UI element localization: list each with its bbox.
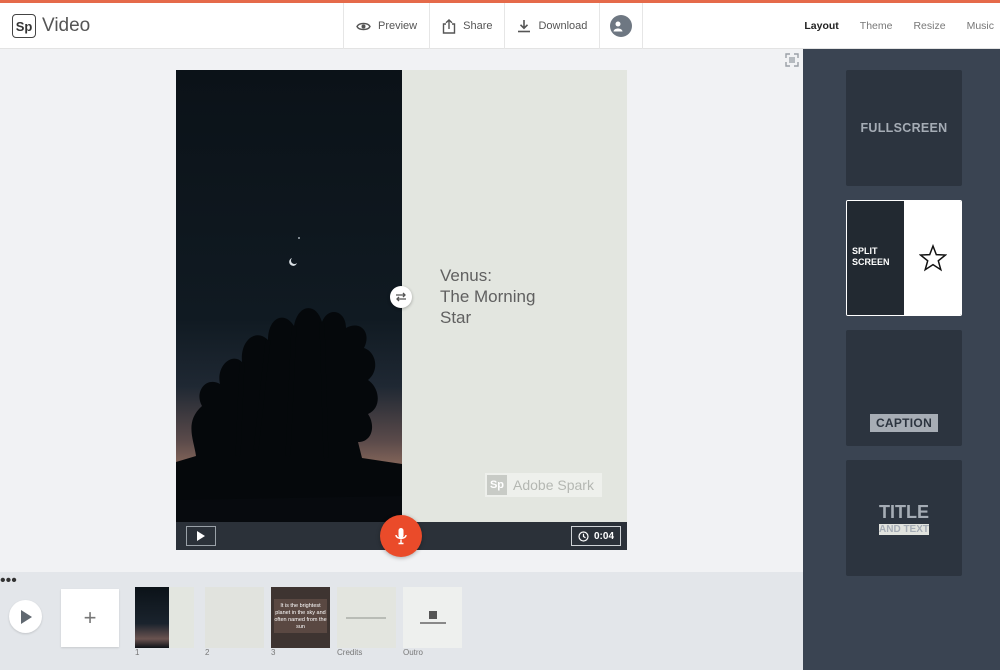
download-button[interactable]: Download xyxy=(504,3,599,49)
logo-badge: Sp xyxy=(12,14,36,38)
share-button[interactable]: Share xyxy=(429,3,504,49)
slide-stage: Venus: The Morning Star Sp Adobe Spark 0… xyxy=(176,70,627,550)
download-icon xyxy=(517,19,531,33)
download-label: Download xyxy=(538,20,587,32)
thumbnail-label-outro: Outro xyxy=(403,648,423,657)
slide-title-line-1: Venus: xyxy=(440,265,590,286)
expand-icon[interactable] xyxy=(785,53,799,72)
panel-tabs: Layout Theme Resize Music xyxy=(783,3,994,49)
slide-options-icon[interactable]: ••• xyxy=(0,572,803,590)
layout-caption-label: CAPTION xyxy=(870,414,938,432)
slide-photo[interactable] xyxy=(176,70,402,522)
layout-fullscreen[interactable]: FULLSCREEN xyxy=(846,70,962,186)
tab-music[interactable]: Music xyxy=(967,20,994,32)
app-logo[interactable]: Sp Video xyxy=(12,14,90,38)
microphone-icon xyxy=(394,527,408,545)
tab-theme[interactable]: Theme xyxy=(860,20,893,32)
layout-title-label: TITLE xyxy=(879,502,929,523)
clock-icon xyxy=(578,531,589,542)
thumbnail-label-3: 3 xyxy=(271,648,275,657)
avatar xyxy=(610,15,632,37)
share-label: Share xyxy=(463,20,492,32)
thumb-1-text-panel xyxy=(169,587,194,648)
thumbnail-label-credits: Credits xyxy=(337,648,362,657)
split-right-half xyxy=(904,201,961,315)
record-voice-button[interactable] xyxy=(380,515,422,557)
layout-caption[interactable]: CAPTION xyxy=(846,330,962,446)
layout-fullscreen-label: FULLSCREEN xyxy=(860,121,947,135)
play-video-button[interactable] xyxy=(9,600,42,633)
layout-title-and-text[interactable]: TITLE AND TEXT xyxy=(846,460,962,576)
layout-split-screen[interactable]: SPLIT SCREEN xyxy=(846,200,962,316)
play-icon xyxy=(196,530,206,542)
layout-title-sub-label: AND TEXT xyxy=(879,524,929,535)
adobe-spark-watermark: Sp Adobe Spark xyxy=(485,473,602,497)
top-bar: Sp Video Preview Share Download Layout T… xyxy=(0,0,1000,49)
thumb-1-photo xyxy=(135,587,169,648)
thumb-3-text: It is the brightest planet in the sky an… xyxy=(274,599,327,633)
swap-icon xyxy=(395,292,407,302)
night-sky-palm-image xyxy=(176,70,402,522)
play-slide-button[interactable] xyxy=(186,526,216,546)
slide-thumbnail-outro[interactable] xyxy=(403,587,462,648)
share-icon xyxy=(442,19,456,34)
tab-resize[interactable]: Resize xyxy=(913,20,945,32)
thumbnail-label-1: 1 xyxy=(135,648,139,657)
filmstrip: + ••• 1 2 It is the brightest planet in … xyxy=(0,572,803,670)
duration-text: 0:04 xyxy=(594,531,614,542)
layout-split-label: SPLIT SCREEN xyxy=(852,246,890,268)
slide-title[interactable]: Venus: The Morning Star xyxy=(440,265,590,328)
preview-button[interactable]: Preview xyxy=(343,3,429,49)
account-button[interactable] xyxy=(599,3,643,49)
slide-title-line-2: The Morning xyxy=(440,286,590,307)
user-icon xyxy=(612,20,624,32)
star-icon xyxy=(919,244,947,272)
slide-title-line-3: Star xyxy=(440,307,590,328)
play-icon xyxy=(19,609,33,625)
watermark-text: Adobe Spark xyxy=(513,477,594,493)
spark-logo-icon: Sp xyxy=(487,475,507,495)
eye-icon xyxy=(356,21,371,32)
split-label-line-1: SPLIT xyxy=(852,246,890,257)
tab-layout[interactable]: Layout xyxy=(804,20,838,32)
toolbar: Preview Share Download xyxy=(343,3,643,49)
slide-thumbnail-credits[interactable] xyxy=(337,587,396,648)
logo-text: Video xyxy=(42,15,90,37)
add-slide-button[interactable]: + xyxy=(61,589,119,647)
slide-duration-button[interactable]: 0:04 xyxy=(571,526,621,546)
slide-thumbnail-1[interactable] xyxy=(135,587,194,648)
thumb-outro-logo-icon xyxy=(429,611,437,619)
thumbnail-label-2: 2 xyxy=(205,648,209,657)
split-label-line-2: SCREEN xyxy=(852,257,890,268)
slide-thumbnail-2[interactable] xyxy=(205,587,264,648)
layout-panel: FULLSCREEN SPLIT SCREEN CAPTION TITLE AN… xyxy=(803,49,1000,670)
thumb-credits-line xyxy=(346,617,386,619)
thumb-outro-line xyxy=(420,622,446,624)
swap-sides-button[interactable] xyxy=(390,286,412,308)
slide-thumbnail-3[interactable]: It is the brightest planet in the sky an… xyxy=(271,587,330,648)
preview-label: Preview xyxy=(378,20,417,32)
